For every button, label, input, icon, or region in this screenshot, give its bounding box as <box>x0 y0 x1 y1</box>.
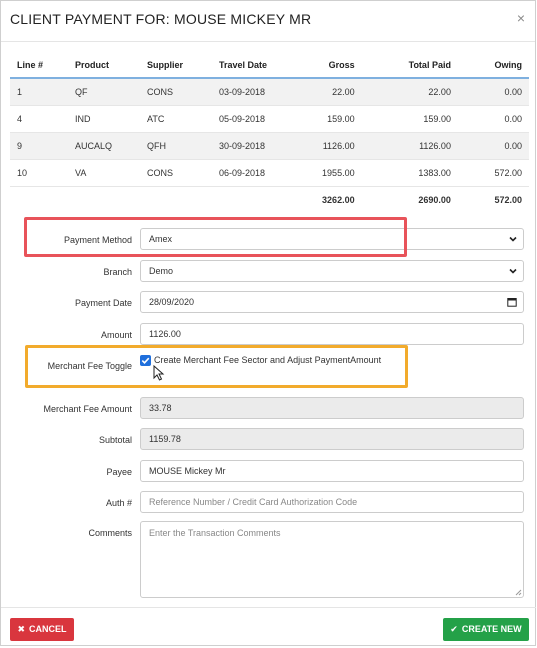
cell-owing: 0.00 <box>457 105 529 133</box>
cell-owing: 572.00 <box>457 159 529 187</box>
checkmark-icon: ✔ <box>450 624 458 634</box>
auth-row: Auth # Reference Number / Credit Card Au… <box>1 491 537 515</box>
col-header-product: Product <box>68 53 140 79</box>
dialog-footer: ✖ CANCEL ✔ CREATE NEW <box>1 607 536 648</box>
col-header-owing: Owing <box>457 53 529 79</box>
cell-product: QF <box>68 77 140 106</box>
col-header-gross: Gross <box>282 53 362 79</box>
subtotal-row: Subtotal 1159.78 <box>1 428 537 452</box>
cell-line: 4 <box>10 105 68 133</box>
cell-supplier: CONS <box>140 159 212 187</box>
table-row: 10 VA CONS 06-09-2018 1955.00 1383.00 57… <box>10 159 529 187</box>
amount-input[interactable]: 1126.00 <box>140 323 524 345</box>
amount-label: Amount <box>100 330 132 340</box>
comments-label: Comments <box>88 528 132 538</box>
create-new-button-label: CREATE NEW <box>461 624 522 634</box>
col-header-travel-date: Travel Date <box>212 53 282 79</box>
cell-travel-date: 03-09-2018 <box>212 77 282 106</box>
client-payment-dialog: CLIENT PAYMENT FOR: MOUSE MICKEY MR × Li… <box>0 0 536 646</box>
total-owing: 572.00 <box>457 186 529 213</box>
cell-total-paid: 1383.00 <box>361 159 458 187</box>
amount-row: Amount 1126.00 <box>1 323 537 347</box>
cell-supplier: ATC <box>140 105 212 133</box>
payee-label: Payee <box>106 467 132 477</box>
cell-owing: 0.00 <box>457 77 529 106</box>
total-paid: 2690.00 <box>361 186 458 213</box>
table-row: 9 AUCALQ QFH 30-09-2018 1126.00 1126.00 … <box>10 132 529 160</box>
create-new-button[interactable]: ✔ CREATE NEW <box>443 618 529 641</box>
payment-lines-table: Line # Product Supplier Travel Date Gros… <box>10 53 529 213</box>
cell-line: 1 <box>10 77 68 106</box>
resize-grip-icon[interactable] <box>514 588 522 596</box>
cell-product: AUCALQ <box>68 132 140 160</box>
total-gross: 3262.00 <box>282 186 362 213</box>
payment-date-row: Payment Date 28/09/2020 <box>1 291 537 315</box>
calendar-icon[interactable] <box>507 297 517 307</box>
payee-input[interactable]: MOUSE Mickey Mr <box>140 460 524 482</box>
totals-row: 3262.00 2690.00 572.00 <box>10 186 529 213</box>
col-header-total-paid: Total Paid <box>361 53 458 79</box>
subtotal-input: 1159.78 <box>140 428 524 450</box>
cell-line: 10 <box>10 159 68 187</box>
cell-travel-date: 05-09-2018 <box>212 105 282 133</box>
cell-supplier: QFH <box>140 132 212 160</box>
cell-total-paid: 159.00 <box>361 105 458 133</box>
dialog-title: CLIENT PAYMENT FOR: MOUSE MICKEY MR <box>10 11 312 27</box>
cell-total-paid: 1126.00 <box>361 132 458 160</box>
table-row: 1 QF CONS 03-09-2018 22.00 22.00 0.00 <box>10 77 529 106</box>
payment-date-label: Payment Date <box>74 298 132 308</box>
cell-gross: 1955.00 <box>282 159 362 187</box>
cell-travel-date: 30-09-2018 <box>212 132 282 160</box>
payment-method-highlight <box>24 217 407 257</box>
branch-select[interactable]: Demo <box>140 260 524 282</box>
close-icon[interactable]: × <box>517 10 525 26</box>
cancel-button[interactable]: ✖ CANCEL <box>10 618 74 641</box>
cell-gross: 1126.00 <box>282 132 362 160</box>
branch-label: Branch <box>103 267 132 277</box>
cell-line: 9 <box>10 132 68 160</box>
chevron-down-icon <box>509 236 517 242</box>
auth-label: Auth # <box>105 498 132 508</box>
chevron-down-icon <box>509 268 517 274</box>
payment-date-value: 28/09/2020 <box>149 297 195 307</box>
merchant-fee-highlight <box>25 345 408 388</box>
col-header-supplier: Supplier <box>140 53 212 79</box>
branch-value: Demo <box>149 266 174 276</box>
auth-input[interactable]: Reference Number / Credit Card Authoriza… <box>140 491 524 513</box>
cell-total-paid: 22.00 <box>361 77 458 106</box>
comments-placeholder: Enter the Transaction Comments <box>149 528 281 538</box>
comments-textarea[interactable]: Enter the Transaction Comments <box>140 521 524 598</box>
cancel-button-label: CANCEL <box>29 624 67 634</box>
cell-owing: 0.00 <box>457 132 529 160</box>
table-header-row: Line # Product Supplier Travel Date Gros… <box>10 53 529 79</box>
col-header-line: Line # <box>10 53 68 79</box>
cell-supplier: CONS <box>140 77 212 106</box>
cell-travel-date: 06-09-2018 <box>212 159 282 187</box>
merchant-fee-amount-input: 33.78 <box>140 397 524 419</box>
merchant-fee-amount-row: Merchant Fee Amount 33.78 <box>1 397 537 421</box>
cell-gross: 22.00 <box>282 77 362 106</box>
payment-date-input[interactable]: 28/09/2020 <box>140 291 524 313</box>
cell-product: IND <box>68 105 140 133</box>
subtotal-label: Subtotal <box>98 435 132 445</box>
branch-row: Branch Demo <box>1 260 537 284</box>
payee-row: Payee MOUSE Mickey Mr <box>1 460 537 484</box>
merchant-fee-amount-label: Merchant Fee Amount <box>43 404 132 414</box>
cell-product: VA <box>68 159 140 187</box>
cell-gross: 159.00 <box>282 105 362 133</box>
dialog-header: CLIENT PAYMENT FOR: MOUSE MICKEY MR × <box>1 1 535 42</box>
close-icon: ✖ <box>17 624 26 634</box>
table-row: 4 IND ATC 05-09-2018 159.00 159.00 0.00 <box>10 105 529 133</box>
